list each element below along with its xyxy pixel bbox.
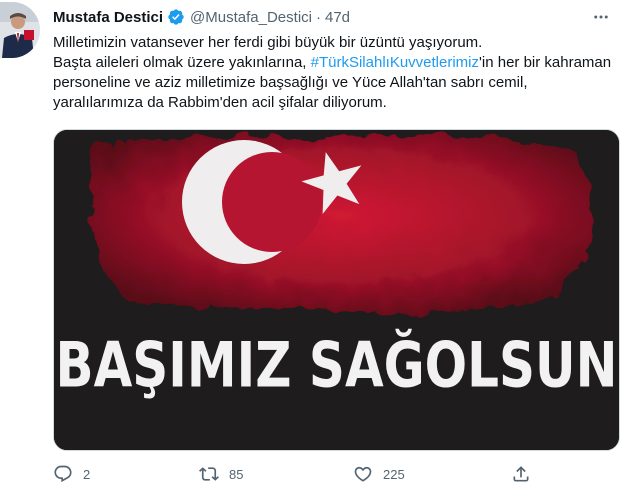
tweet-timestamp[interactable]: 47d [325, 9, 350, 26]
tweet-text: Milletimizin vatansever her ferdi gibi b… [53, 33, 613, 113]
reply-count: 2 [83, 466, 91, 482]
media-caption: BAŞIMIZ SAĞOLSUN [55, 328, 618, 402]
more-options-icon[interactable] [590, 6, 612, 28]
separator-dot: · [315, 8, 321, 26]
like-count: 225 [383, 466, 405, 482]
hashtag-link[interactable]: #TürkSilahlıKuvvetlerimiz [311, 54, 479, 71]
avatar[interactable] [0, 2, 40, 58]
avatar-image [0, 2, 40, 58]
author-handle[interactable]: @Mustafa_Destici [190, 9, 312, 26]
turkish-flag-image [54, 130, 619, 450]
retweet-icon [199, 467, 219, 481]
reply-icon [54, 465, 72, 483]
retweet-button[interactable]: 85 [199, 464, 243, 484]
like-button[interactable]: 225 [353, 464, 405, 484]
tweet-text-line-1: Milletimizin vatansever her ferdi gibi b… [53, 34, 483, 51]
author-name[interactable]: Mustafa Destici [53, 9, 163, 26]
tweet: Mustafa Destici @Mustafa_Destici · 47d M… [0, 0, 620, 490]
reply-button[interactable]: 2 [53, 464, 90, 484]
tweet-text-paragraph-2: Başta aileleri olmak üzere yakınlarına, … [53, 53, 613, 113]
tweet-actions: 2 85 225 [53, 462, 573, 486]
verified-badge-icon [167, 8, 185, 26]
retweet-count: 85 [229, 466, 244, 482]
share-icon [513, 466, 529, 482]
tweet-media-image[interactable]: BAŞIMIZ SAĞOLSUN [53, 129, 620, 451]
tweet-header: Mustafa Destici @Mustafa_Destici · 47d [53, 6, 612, 28]
tweet-text-before-hashtag: Başta aileleri olmak üzere yakınlarına, [53, 54, 311, 71]
share-button[interactable] [511, 464, 531, 484]
heart-icon [354, 466, 372, 482]
